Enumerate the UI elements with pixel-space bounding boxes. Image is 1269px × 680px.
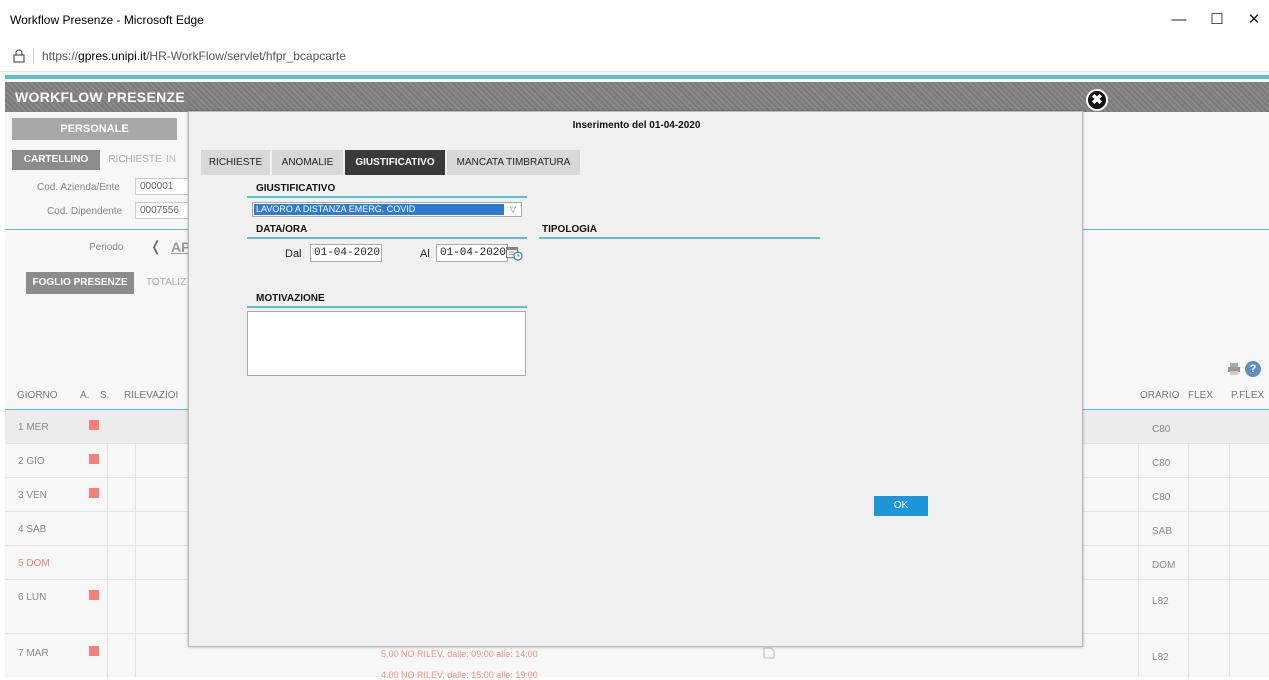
close-icon[interactable]: ✖	[1086, 89, 1108, 111]
col-header-giorno: GIORNO	[17, 390, 58, 401]
address-bar[interactable]: https://gpres.unipi.it/HR-WorkFlow/servl…	[0, 40, 1269, 72]
personale-button[interactable]: PERSONALE	[12, 118, 177, 140]
col-header-pflex: P.FLEX	[1231, 390, 1265, 401]
absence-marker	[89, 646, 99, 656]
dal-label: Dal	[285, 248, 302, 260]
tipologia-section-title: TIPOLOGIA	[539, 224, 820, 239]
tab-cartellino[interactable]: CARTELLINO	[12, 150, 100, 170]
window-title: Workflow Presenze - Microsoft Edge	[10, 13, 204, 27]
col-header-orario: ORARIO	[1140, 390, 1180, 401]
header-accent-line	[5, 75, 1269, 79]
col-header-rilevazioni: RILEVAZIOI	[124, 390, 179, 401]
absence-marker	[89, 488, 99, 498]
tab-foglio-presenze[interactable]: FOGLIO PRESENZE	[26, 272, 134, 294]
rilevazione-entry: 4.00 NO RILEV. dalle: 15:00 alle: 19:00	[381, 670, 538, 680]
tab-anomalie[interactable]: ANOMALIE	[272, 150, 344, 175]
periodo-label: Periodo	[89, 242, 124, 253]
app-header: WORKFLOW PRESENZE	[5, 82, 1269, 112]
dialog-title: Inserimento del 01-04-2020	[572, 120, 701, 131]
lock-icon	[13, 49, 25, 63]
tab-partial[interactable]: IN	[166, 150, 186, 170]
help-icon[interactable]: ?	[1245, 361, 1261, 377]
col-header-flex: FLEX	[1188, 390, 1214, 401]
tab-richieste[interactable]: RICHIESTE	[104, 150, 166, 170]
inserimento-dialog: Inserimento del 01-04-2020 RICHIESTE ANO…	[188, 111, 1083, 647]
cod-azienda-label: Cod. Azienda/Ente	[37, 182, 120, 193]
giustificativo-section-title: GIUSTIFICATIVO	[247, 183, 527, 198]
maximize-button[interactable]: ☐	[1207, 10, 1227, 30]
orario-value: DOM	[1152, 560, 1176, 571]
calendar-icon[interactable]	[506, 246, 523, 261]
motivazione-section-title: MOTIVAZIONE	[247, 293, 527, 308]
tab-mancata-timbratura[interactable]: MANCATA TIMBRATURA	[447, 150, 581, 175]
note-icon[interactable]	[762, 646, 776, 660]
print-icon[interactable]	[1227, 362, 1241, 376]
window-close-button[interactable]: ✕	[1244, 10, 1264, 30]
day-label: 1 MER	[18, 422, 49, 433]
rilevazione-entry: 5.00 NO RILEV. dalle: 09:00 alle: 14:00	[381, 649, 538, 659]
al-date-field[interactable]: 01-04-2020	[436, 244, 508, 262]
orario-value: C80	[1152, 492, 1171, 503]
minimize-button[interactable]: —	[1169, 10, 1189, 30]
cod-dipendente-field[interactable]: 0007556	[135, 202, 195, 219]
dal-date-field[interactable]: 01-04-2020	[310, 244, 382, 262]
orario-value: C80	[1152, 424, 1171, 435]
browser-titlebar: Workflow Presenze - Microsoft Edge — ☐ ✕	[0, 0, 1269, 40]
absence-marker	[89, 590, 99, 600]
motivazione-textarea[interactable]	[247, 311, 526, 376]
orario-value: L82	[1152, 596, 1169, 607]
dataora-section-title: DATA/ORA	[247, 224, 527, 239]
cod-azienda-field[interactable]: 000001	[135, 178, 195, 195]
day-label: 2 GIO	[18, 456, 45, 467]
col-header-a: A.	[80, 390, 90, 401]
col-header-s: S.	[100, 390, 110, 401]
absence-marker	[89, 454, 99, 464]
tab-giustificativo[interactable]: GIUSTIFICATIVO	[345, 150, 446, 175]
ok-button[interactable]: OK	[874, 496, 928, 516]
day-label: 4 SAB	[18, 524, 47, 535]
app-title: WORKFLOW PRESENZE	[15, 89, 185, 105]
cod-dipendente-label: Cod. Dipendente	[47, 206, 123, 217]
url-text[interactable]: https://gpres.unipi.it/HR-WorkFlow/servl…	[42, 49, 346, 63]
giustificativo-select[interactable]: LAVORO A DISTANZA EMERG. COVID ▽	[252, 202, 522, 217]
day-label: 7 MAR	[18, 648, 49, 659]
chevron-down-icon[interactable]: ▽	[506, 204, 520, 215]
orario-value: C80	[1152, 458, 1171, 469]
absence-marker	[89, 420, 99, 430]
al-label: Al	[420, 248, 430, 260]
giustificativo-selected-value: LAVORO A DISTANZA EMERG. COVID	[254, 204, 504, 215]
day-label: 5 DOM	[18, 558, 50, 569]
day-label: 3 VEN	[18, 490, 47, 501]
orario-value: SAB	[1152, 526, 1173, 537]
url-separator	[33, 48, 34, 64]
orario-value: L82	[1152, 652, 1169, 663]
day-label: 6 LUN	[18, 592, 47, 603]
tab-totalizzatori[interactable]: TOTALIZ	[146, 272, 186, 294]
tab-richieste[interactable]: RICHIESTE	[201, 150, 271, 175]
periodo-prev-button[interactable]: ❬	[150, 238, 162, 255]
